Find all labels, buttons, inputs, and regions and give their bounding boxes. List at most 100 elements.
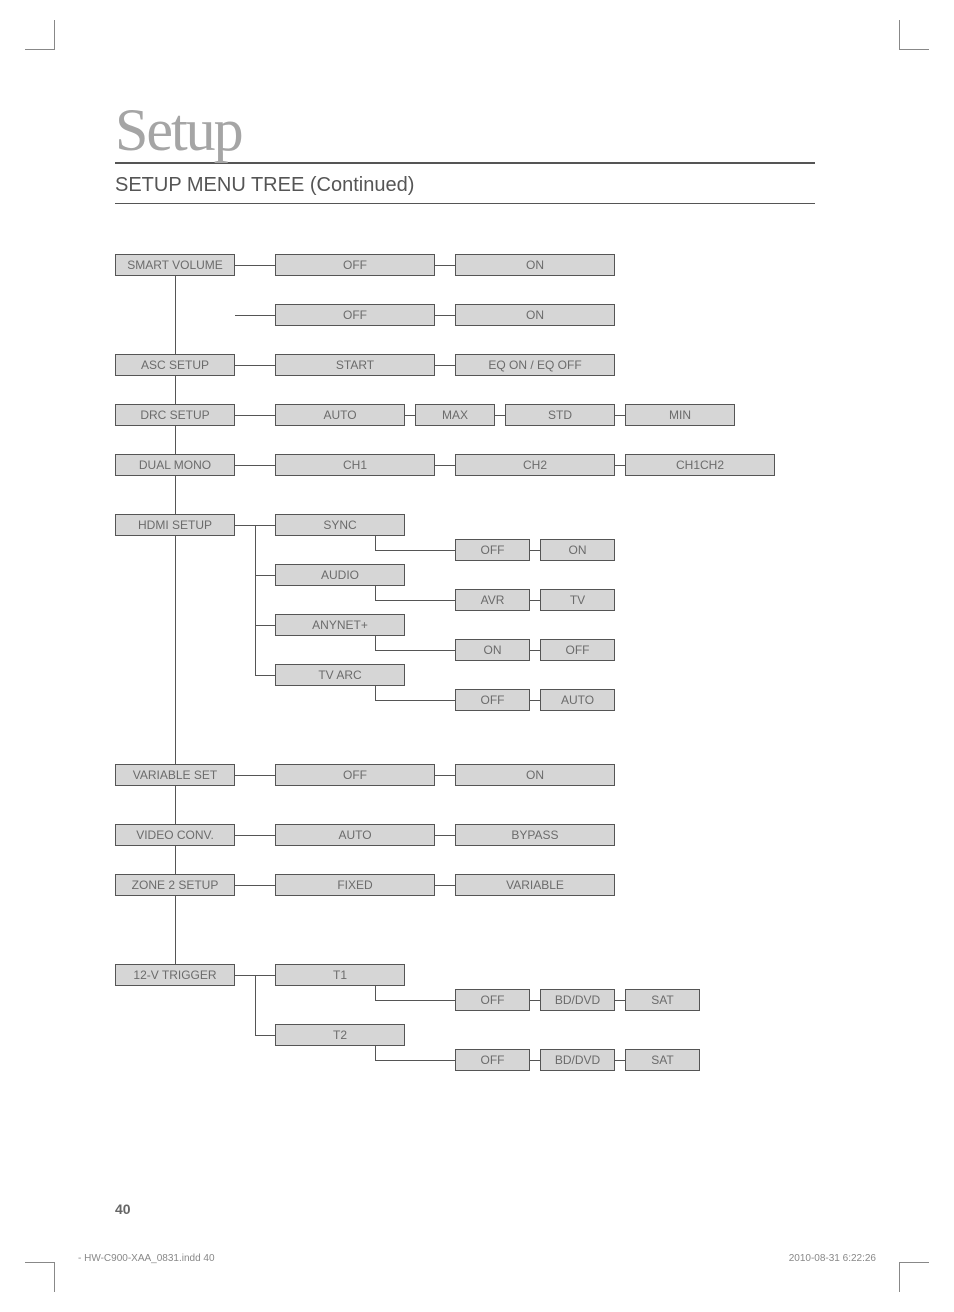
option-box: OFF <box>455 1049 530 1071</box>
connector <box>375 650 455 651</box>
connector <box>235 465 275 466</box>
connector <box>530 600 540 601</box>
connector <box>375 586 376 600</box>
option-box: OFF <box>540 639 615 661</box>
page-number: 40 <box>115 1201 131 1217</box>
connector <box>375 1060 455 1061</box>
submenu-tvarc: TV ARC <box>275 664 405 686</box>
option-box: STD <box>505 404 615 426</box>
connector <box>530 1000 540 1001</box>
connector <box>435 835 455 836</box>
menu-dual-mono: DUAL MONO <box>115 454 235 476</box>
option-box: ON <box>455 254 615 276</box>
option-box: SAT <box>625 1049 700 1071</box>
option-box: AUTO <box>275 404 405 426</box>
option-box: START <box>275 354 435 376</box>
option-box: BD/DVD <box>540 989 615 1011</box>
connector <box>435 465 455 466</box>
connector <box>435 775 455 776</box>
connector <box>435 265 455 266</box>
connector <box>530 700 540 701</box>
connector <box>235 775 275 776</box>
crop-mark <box>899 20 929 50</box>
option-box: BD/DVD <box>540 1049 615 1071</box>
option-box: OFF <box>275 304 435 326</box>
menu-variable-set: VARIABLE SET <box>115 764 235 786</box>
connector <box>375 636 376 650</box>
crop-mark <box>899 1262 929 1292</box>
option-box: ON <box>455 304 615 326</box>
menu-tree-diagram: MP3 ENHANCER OFF ON SMART VOLUME OFF ON … <box>115 254 815 1084</box>
option-box: OFF <box>455 689 530 711</box>
option-box: MAX <box>415 404 495 426</box>
connector <box>495 415 505 416</box>
option-box: VARIABLE <box>455 874 615 896</box>
connector <box>255 675 275 676</box>
option-box: EQ ON / EQ OFF <box>455 354 615 376</box>
crop-mark <box>25 1262 55 1292</box>
menu-video-conv: VIDEO CONV. <box>115 824 235 846</box>
connector <box>615 1000 625 1001</box>
footer-file-info: - HW-C900-XAA_0831.indd 40 <box>78 1253 215 1264</box>
connector <box>235 885 275 886</box>
connector <box>235 365 275 366</box>
connector <box>615 415 625 416</box>
submenu-anynet: ANYNET+ <box>275 614 405 636</box>
option-box: OFF <box>275 764 435 786</box>
option-box: ON <box>540 539 615 561</box>
connector <box>375 1000 455 1001</box>
connector <box>255 975 275 976</box>
option-box: OFF <box>275 254 435 276</box>
connector <box>375 550 455 551</box>
menu-smart-volume: SMART VOLUME <box>115 254 235 276</box>
connector <box>375 1046 376 1060</box>
option-box: SAT <box>625 989 700 1011</box>
crop-mark <box>25 20 55 50</box>
connector <box>235 525 255 526</box>
connector <box>255 525 256 675</box>
submenu-audio: AUDIO <box>275 564 405 586</box>
connector <box>235 315 275 316</box>
connector <box>255 975 256 1035</box>
connector <box>235 835 275 836</box>
connector <box>375 600 455 601</box>
connector <box>235 975 255 976</box>
option-box: TV <box>540 589 615 611</box>
menu-hdmi-setup: HDMI SETUP <box>115 514 235 536</box>
submenu-t2: T2 <box>275 1024 405 1046</box>
option-box: AUTO <box>275 824 435 846</box>
connector <box>375 700 455 701</box>
connector <box>235 415 275 416</box>
connector <box>375 986 376 1000</box>
option-box: FIXED <box>275 874 435 896</box>
option-box: ON <box>455 764 615 786</box>
menu-12v-trigger: 12-V TRIGGER <box>115 964 235 986</box>
option-box: OFF <box>455 539 530 561</box>
option-box: BYPASS <box>455 824 615 846</box>
connector <box>375 536 376 550</box>
option-box: CH2 <box>455 454 615 476</box>
connector <box>530 550 540 551</box>
connector <box>435 885 455 886</box>
connector <box>435 365 455 366</box>
connector <box>435 315 455 316</box>
menu-asc-setup: ASC SETUP <box>115 354 235 376</box>
option-box: AVR <box>455 589 530 611</box>
connector <box>615 1060 625 1061</box>
menu-drc-setup: DRC SETUP <box>115 404 235 426</box>
connector <box>255 575 275 576</box>
footer-timestamp: 2010-08-31 6:22:26 <box>789 1253 876 1264</box>
option-box: ON <box>455 639 530 661</box>
submenu-sync: SYNC <box>275 514 405 536</box>
connector <box>255 1035 275 1036</box>
connector <box>530 1060 540 1061</box>
connector <box>375 686 376 700</box>
option-box: OFF <box>455 989 530 1011</box>
option-box: CH1CH2 <box>625 454 775 476</box>
connector <box>405 415 415 416</box>
page-title: Setup <box>115 100 815 164</box>
connector <box>235 265 275 266</box>
connector <box>615 465 625 466</box>
section-subtitle: SETUP MENU TREE (Continued) <box>115 174 815 204</box>
menu-zone2-setup: ZONE 2 SETUP <box>115 874 235 896</box>
